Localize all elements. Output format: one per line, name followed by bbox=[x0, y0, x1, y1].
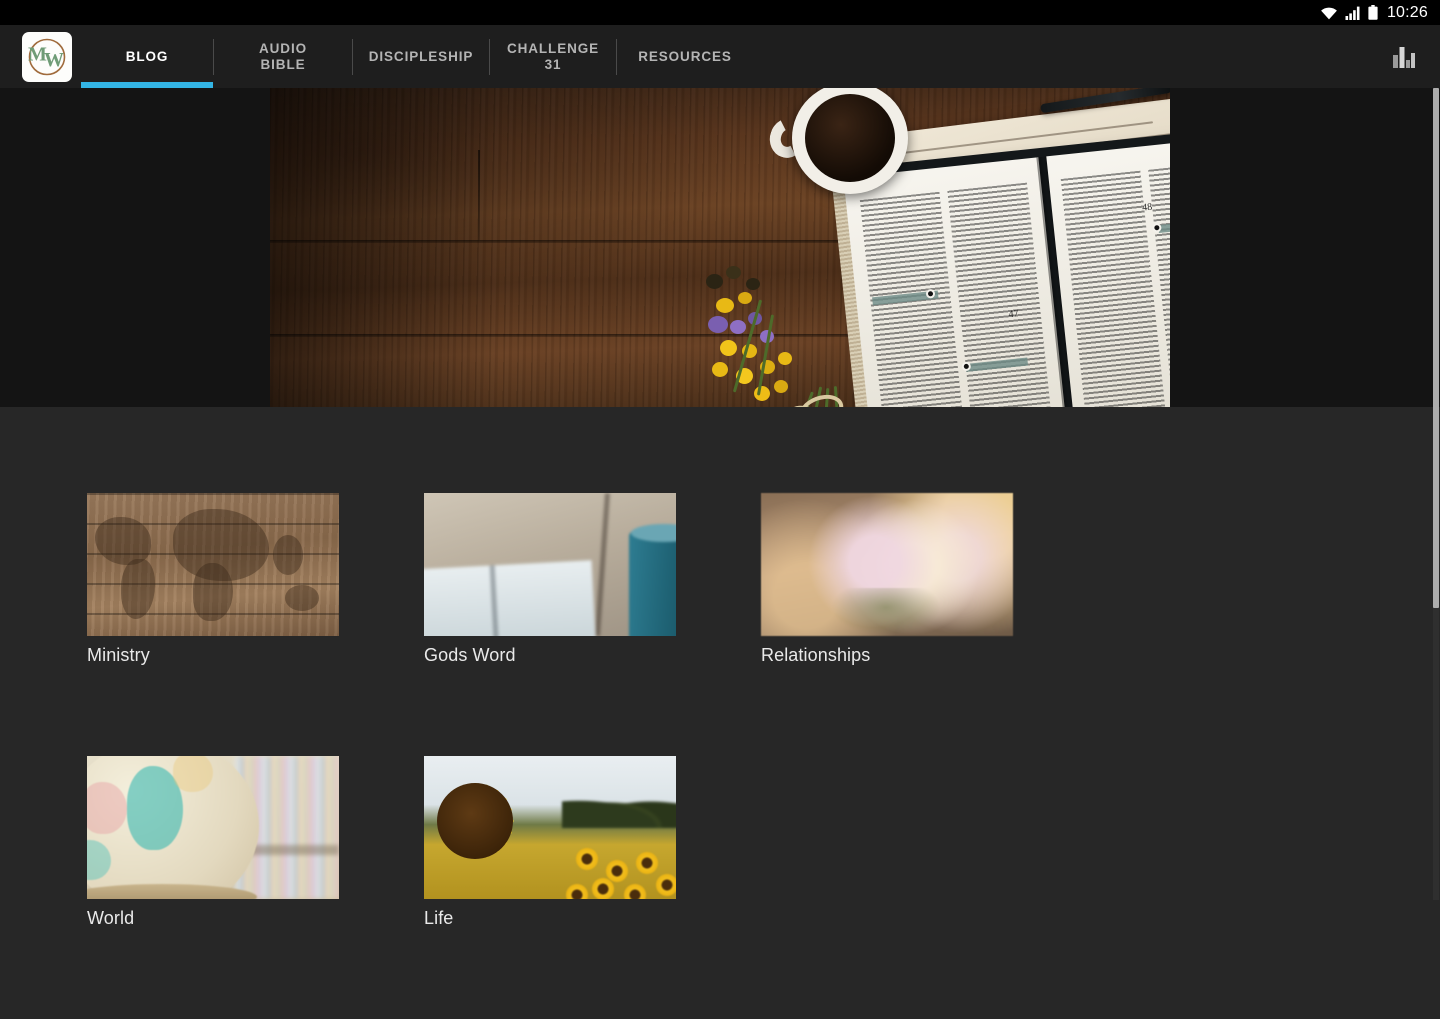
status-bar-clock: 10:26 bbox=[1386, 3, 1428, 21]
app-bar-actions bbox=[1392, 25, 1440, 88]
category-grid-section: Ministry Gods Word Relationships World L… bbox=[0, 407, 1440, 928]
bible-page-number: 47 bbox=[1008, 308, 1020, 321]
life-thumbnail bbox=[424, 756, 676, 899]
tab-discipleship[interactable]: DISCIPLESHIP bbox=[353, 25, 489, 88]
gods-word-thumbnail bbox=[424, 493, 676, 636]
tab-resources-label: RESOURCES bbox=[638, 48, 732, 64]
wifi-icon bbox=[1321, 7, 1337, 19]
tab-resources[interactable]: RESOURCES bbox=[617, 25, 753, 88]
status-bar: 10:26 bbox=[0, 0, 1440, 25]
svg-text:W: W bbox=[44, 49, 64, 71]
teal-mug bbox=[629, 524, 676, 636]
wildflower-bouquet bbox=[702, 266, 882, 407]
wood-seam bbox=[595, 493, 610, 636]
cellular-signal-icon bbox=[1345, 6, 1360, 20]
relationships-thumbnail bbox=[761, 493, 1013, 636]
world-thumbnail bbox=[87, 756, 339, 899]
tab-discipleship-label: DISCIPLESHIP bbox=[368, 48, 474, 64]
sunflower-center bbox=[437, 783, 513, 859]
sunflower bbox=[424, 756, 554, 899]
tab-challenge-31-label: CHALLENGE 31 bbox=[506, 40, 600, 72]
status-icons bbox=[1320, 5, 1378, 20]
mw-monogram-icon: M W bbox=[28, 38, 66, 76]
category-label: World bbox=[87, 908, 135, 928]
category-label: Relationships bbox=[761, 645, 871, 665]
ministry-thumbnail bbox=[87, 493, 339, 636]
open-book bbox=[424, 560, 597, 636]
stats-icon[interactable] bbox=[1392, 46, 1416, 68]
tab-bar: BLOG AUDIO BIBLE DISCIPLESHIP CHALLENGE … bbox=[81, 25, 753, 88]
category-card-life[interactable]: Life bbox=[424, 756, 761, 929]
tab-audio-bible[interactable]: AUDIO BIBLE bbox=[214, 25, 352, 88]
tab-blog-label: BLOG bbox=[125, 48, 169, 64]
category-card-gods-word[interactable]: Gods Word bbox=[424, 493, 761, 666]
app-logo[interactable]: M W bbox=[22, 32, 72, 82]
category-label: Life bbox=[424, 908, 454, 928]
category-card-ministry[interactable]: Ministry bbox=[87, 493, 424, 666]
vertical-scrollbar[interactable] bbox=[1433, 88, 1439, 900]
globe bbox=[87, 756, 259, 899]
app-bar: M W BLOG AUDIO BIBLE DISCIPLESHIP CHALLE… bbox=[0, 25, 1440, 88]
open-bible: 47 48 bbox=[832, 126, 1170, 407]
scrollbar-thumb[interactable] bbox=[1433, 88, 1439, 608]
tab-audio-bible-label: AUDIO BIBLE bbox=[259, 40, 307, 72]
category-label: Ministry bbox=[87, 645, 150, 665]
tab-blog[interactable]: BLOG bbox=[81, 25, 213, 88]
category-card-relationships[interactable]: Relationships bbox=[761, 493, 1098, 666]
hero-banner[interactable]: 47 48 bbox=[270, 88, 1170, 407]
category-card-world[interactable]: World bbox=[87, 756, 424, 929]
category-grid: Ministry Gods Word Relationships World L… bbox=[87, 493, 1357, 1019]
foliage bbox=[831, 588, 941, 636]
hero-vignette bbox=[270, 88, 500, 407]
category-label: Gods Word bbox=[424, 645, 516, 665]
bible-page-number: 48 bbox=[1141, 201, 1153, 214]
hero-band: 47 48 bbox=[0, 88, 1440, 407]
battery-icon bbox=[1368, 5, 1378, 20]
treeline bbox=[562, 792, 676, 828]
tab-challenge-31[interactable]: CHALLENGE 31 bbox=[490, 25, 616, 88]
